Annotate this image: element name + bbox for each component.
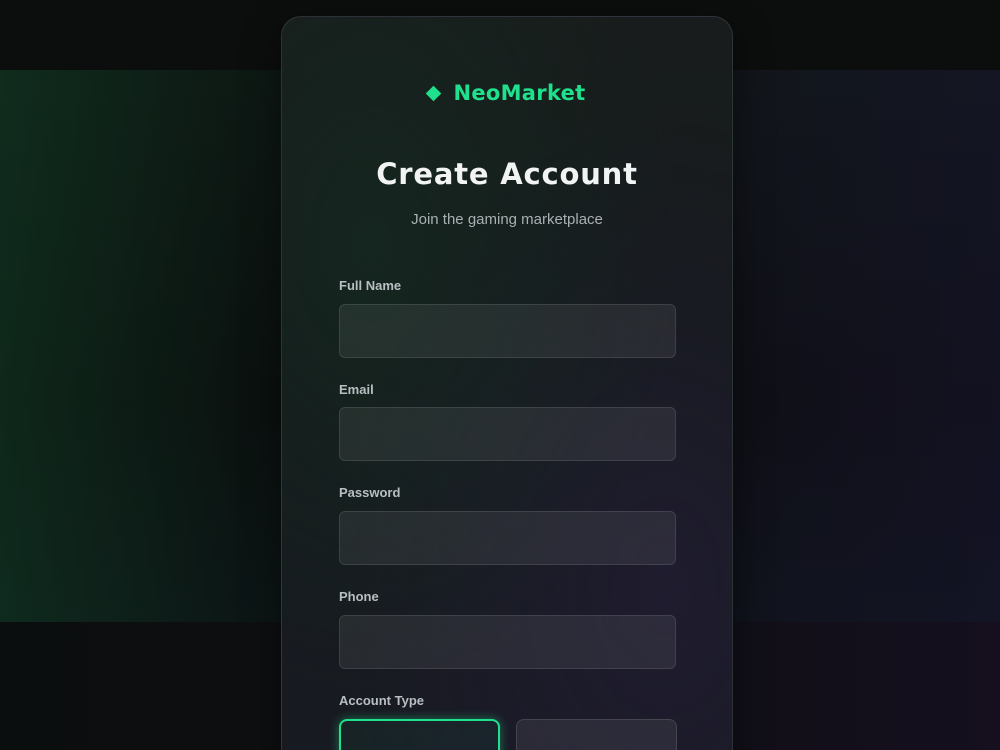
account-type-label: Account Type: [339, 693, 424, 708]
page: NeoMarket Create Account Join the gaming…: [0, 0, 1000, 750]
full-name-input[interactable]: [339, 304, 676, 358]
phone-label: Phone: [339, 589, 379, 604]
account-type-option-2[interactable]: [516, 719, 677, 750]
brand-logo[interactable]: NeoMarket: [282, 81, 732, 105]
phone-input[interactable]: [339, 615, 676, 669]
email-input[interactable]: [339, 407, 676, 461]
email-label: Email: [339, 382, 374, 397]
page-subtitle: Join the gaming marketplace: [411, 211, 603, 228]
diamond-icon: [426, 85, 442, 101]
page-title: Create Account: [376, 157, 638, 191]
password-label: Password: [339, 485, 401, 500]
brand-name: NeoMarket: [453, 81, 586, 105]
account-type-option-1[interactable]: [339, 719, 500, 750]
full-name-label: Full Name: [339, 278, 402, 293]
password-input[interactable]: [339, 511, 676, 565]
signup-card: NeoMarket Create Account Join the gaming…: [281, 16, 733, 750]
